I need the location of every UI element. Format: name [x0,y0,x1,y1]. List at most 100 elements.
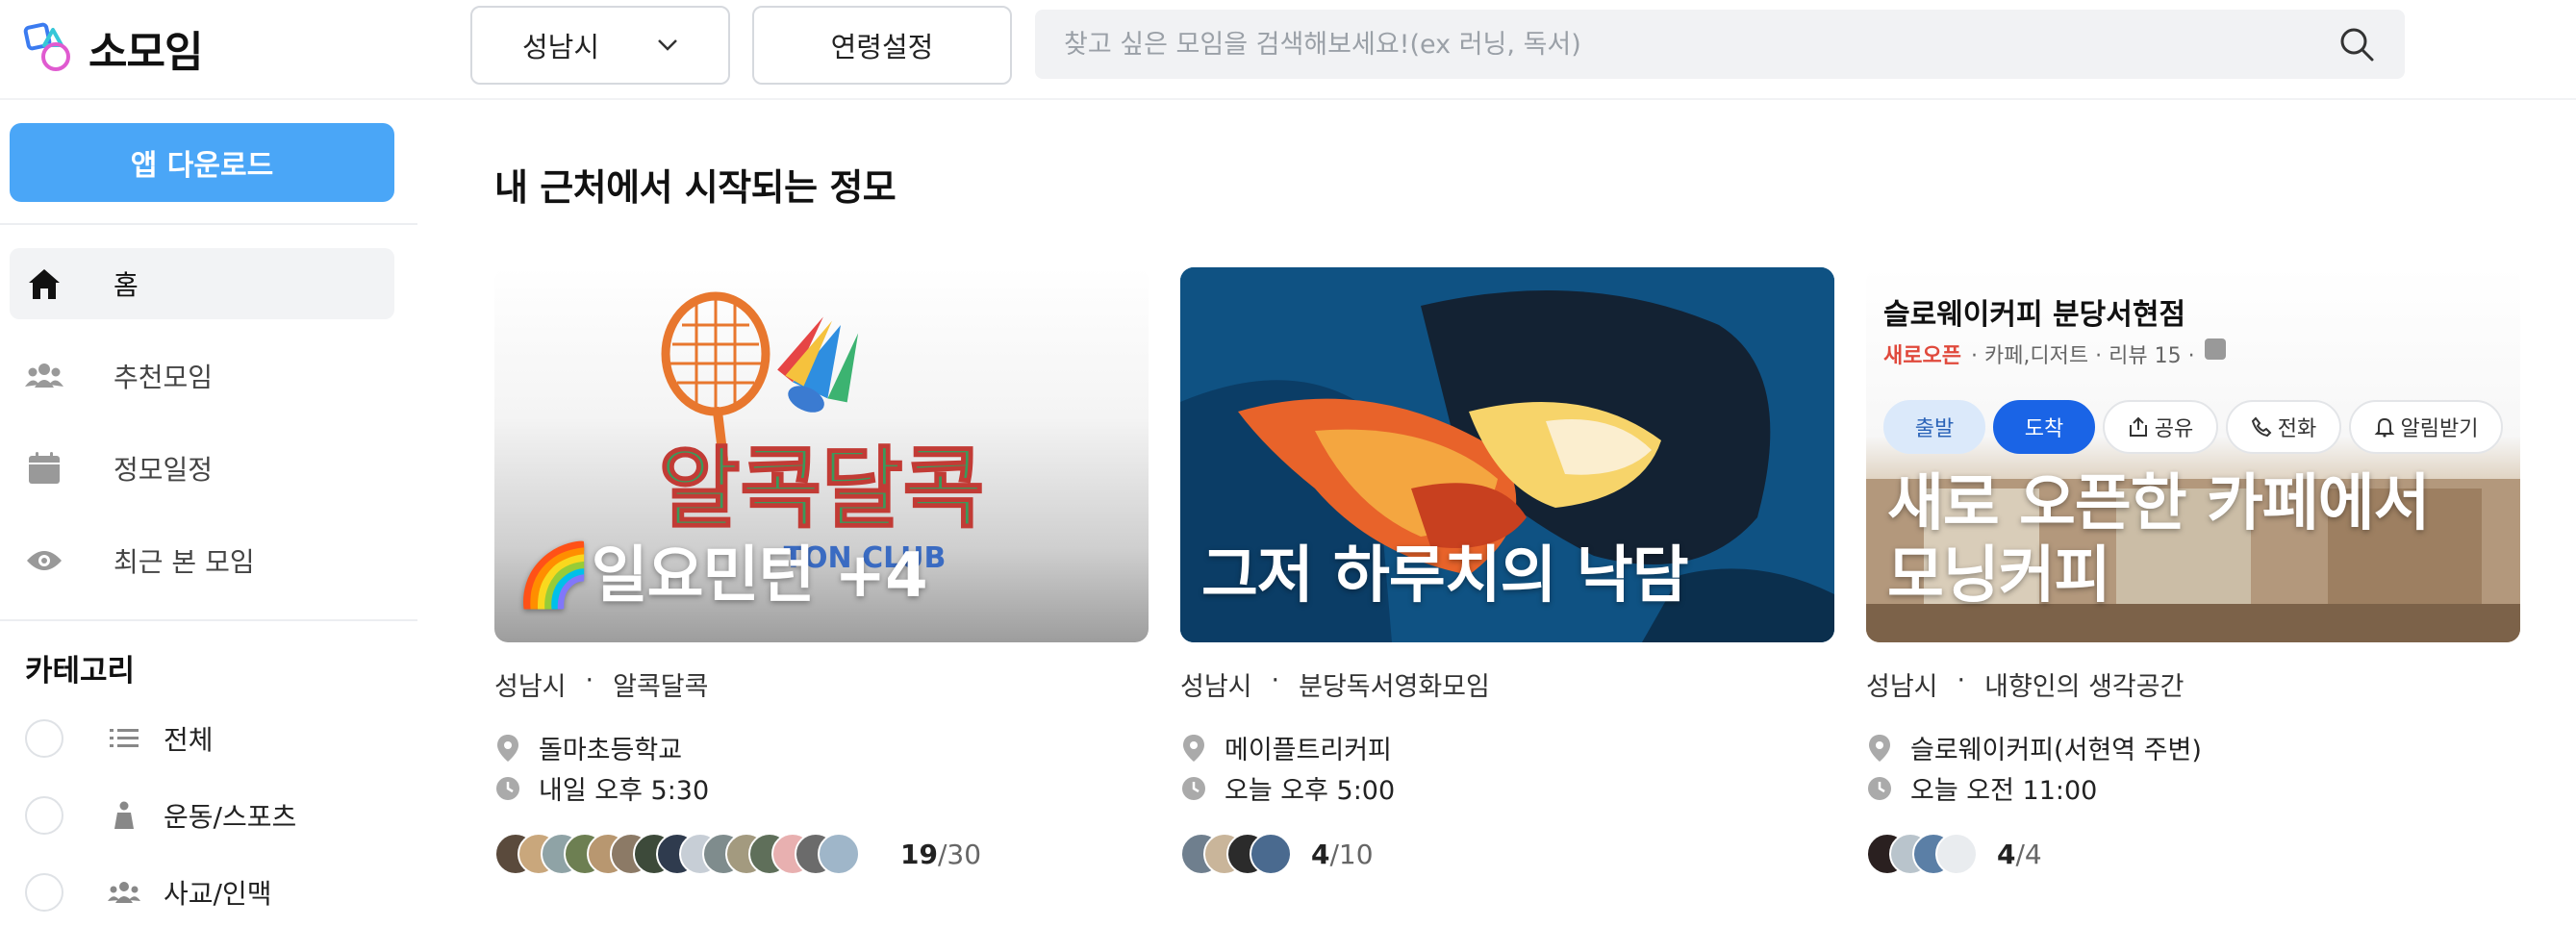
search-bar[interactable] [1035,10,2405,79]
member-total: /10 [1329,839,1374,870]
clock-icon [1180,775,1207,802]
card-image[interactable]: 알콕달콕 TON CLUB 🌈일요민턴 +4 [494,267,1149,642]
category-radio[interactable] [25,796,63,835]
age-setting-button[interactable]: 연령설정 [752,6,1012,85]
meetup-card[interactable]: 그저 하루치의 낙담 성남시 · 분당독서영화모임 메이플트리커피 오늘 오후 … [1180,267,1834,912]
meetup-card[interactable]: 알콕달콕 TON CLUB 🌈일요민턴 +4 성남시 · 알콕달콕 돌마초등학교… [494,267,1149,912]
category-label: 전체 [164,724,214,756]
category-title: 카테고리 [25,654,136,689]
sidebar-item-home[interactable]: 홈 [10,248,394,319]
card-location-text: 돌마초등학교 [539,736,683,765]
card-time-text: 내일 오후 5:30 [539,776,710,806]
member-current: 4 [1311,839,1330,870]
member-current: 4 [1997,839,2016,870]
sidebar-item-label: 최근 본 모임 [114,546,255,578]
card-title: 🌈일요민턴 +4 [516,540,928,613]
meta-separator: · [1957,665,1966,695]
sidebar-item-schedule[interactable]: 정모일정 [10,433,394,504]
card-city: 성남시 [494,672,567,702]
arrive-chip[interactable]: 도착 [1993,400,2095,454]
location-pin-icon [494,734,521,762]
chevron-down-icon [658,39,677,51]
app-download-button[interactable]: 앱 다운로드 [10,123,394,202]
share-label: 공유 [2154,417,2194,441]
place-name: 슬로웨이커피 분당서현점 [1883,298,2186,332]
location-pin-icon [1180,734,1207,762]
sidebar-divider [0,619,417,621]
card-city: 성남시 [1866,672,1938,702]
depart-chip[interactable]: 출발 [1883,400,1985,454]
sports-icon [108,799,140,832]
card-location: 돌마초등학교 [494,729,682,766]
category-radio[interactable] [25,719,63,758]
card-time-text: 오늘 오전 11:00 [1910,776,2098,806]
place-info: · 카페,디저트 · 리뷰 15 · [1970,344,2195,368]
call-label: 전화 [2277,417,2317,441]
share-chip[interactable]: 공유 [2103,400,2218,454]
age-setting-label: 연령설정 [830,31,934,63]
sidebar-item-recent[interactable]: 최근 본 모임 [10,525,394,596]
home-icon [25,264,63,303]
share-icon [2129,416,2147,437]
notify-label: 알림받기 [2400,417,2479,441]
card-location-text: 메이플트리커피 [1225,736,1392,765]
search-input[interactable] [1064,29,2337,60]
sidebar-item-recommended[interactable]: 추천모임 [10,340,394,412]
place-new-badge: 새로오픈 [1883,344,1961,368]
member-avatars [1866,833,1978,875]
top-header: 소모임 성남시 연령설정 [0,0,2576,100]
location-pin-icon [1866,734,1893,762]
sidebar-item-label: 추천모임 [114,362,214,393]
phone-icon [2251,416,2272,438]
logo-mark-icon [23,22,70,71]
meetup-card[interactable]: 슬로웨이커피 분당서현점 새로오픈 · 카페,디저트 · 리뷰 15 · 출발 … [1866,267,2520,912]
region-label: 성남시 [521,31,600,63]
eye-icon [25,541,63,580]
card-group-name: 내향인의 생각공간 [1984,672,2185,702]
category-item-all[interactable]: 전체 [25,717,214,760]
card-location: 슬로웨이커피(서현역 주변) [1866,729,2202,766]
card-time: 오늘 오후 5:00 [1180,769,1395,807]
member-avatars [494,833,860,875]
category-radio[interactable] [25,873,63,912]
category-item-social[interactable]: 사교/인맥 [25,871,271,914]
card-group-name: 알콕달콕 [613,672,709,702]
calendar-icon [25,449,63,488]
card-image[interactable]: 슬로웨이커피 분당서현점 새로오픈 · 카페,디저트 · 리뷰 15 · 출발 … [1866,267,2520,642]
sidebar-divider [0,223,417,225]
place-info-row: 새로오픈 · 카페,디저트 · 리뷰 15 · [1883,338,2226,369]
sidebar-item-label: 정모일정 [114,454,214,486]
avatar [818,833,860,875]
member-total: /30 [937,839,982,870]
sidebar-item-label: 홈 [114,269,139,301]
card-meta: 성남시 · 내향인의 생각공간 [1866,665,2184,703]
meta-separator: · [1271,665,1280,695]
avatar [1935,833,1978,875]
member-count: 4/10 [1311,839,1374,870]
card-city: 성남시 [1180,672,1252,702]
card-title: 새로 오픈한 카페에서 모닝커피 [1887,467,2430,613]
meta-separator: · [585,665,594,695]
search-icon[interactable] [2337,25,2376,63]
member-total: /4 [2015,839,2042,870]
card-time: 오늘 오전 11:00 [1866,769,2097,807]
region-select[interactable]: 성남시 [470,6,730,85]
card-group-name: 분당독서영화모임 [1299,672,1490,702]
card-image[interactable]: 그저 하루치의 낙담 [1180,267,1834,642]
category-label: 사교/인맥 [164,878,272,910]
clock-icon [1866,775,1893,802]
avatar [1250,833,1292,875]
card-meta: 성남시 · 알콕달콕 [494,665,709,703]
card-location-text: 슬로웨이커피(서현역 주변) [1910,736,2202,765]
image-brand-text: 알콕달콕 [659,438,985,540]
call-chip[interactable]: 전화 [2226,400,2341,454]
category-label: 운동/스포츠 [164,801,297,833]
social-icon [108,876,140,909]
logo[interactable]: 소모임 [23,17,203,79]
accessibility-icon [2204,338,2226,360]
notify-chip[interactable]: 알림받기 [2349,400,2503,454]
member-current: 19 [900,839,938,870]
category-item-sports[interactable]: 운동/스포츠 [25,794,296,837]
member-count: 19/30 [900,839,981,870]
card-meta: 성남시 · 분당독서영화모임 [1180,665,1490,703]
